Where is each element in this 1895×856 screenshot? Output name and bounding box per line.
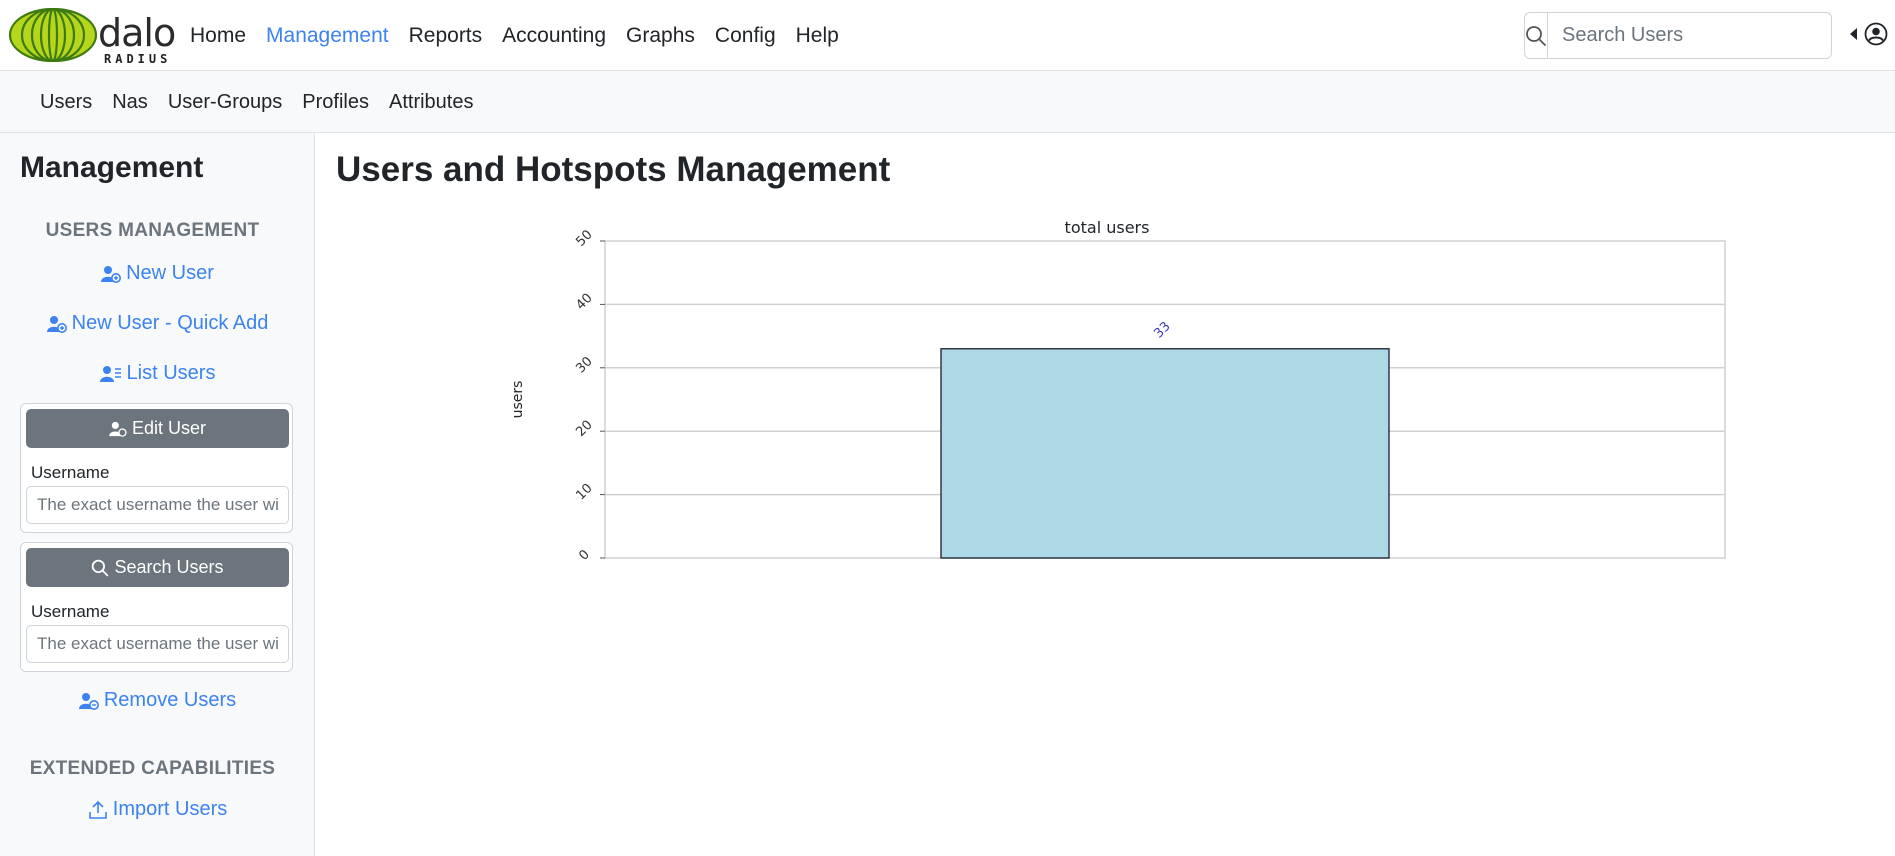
new-user-label: New User <box>126 262 214 284</box>
nav-home[interactable]: Home <box>190 24 246 48</box>
search-group <box>1524 12 1841 59</box>
extended-capabilities-heading: Extended Capabilities <box>29 758 276 779</box>
nav-accounting[interactable]: Accounting <box>502 24 606 48</box>
page-title: Users and Hotspots Management <box>336 150 891 189</box>
total-users-chart: total users users 33 0 10 20 30 40 50 <box>490 215 1750 575</box>
chart-ylabel: users <box>510 381 526 419</box>
import-users-label: Import Users <box>112 798 228 820</box>
user-plus-icon <box>101 265 122 283</box>
sub-nav: Users Nas User-Groups Profiles Attribute… <box>40 71 493 133</box>
list-users-link[interactable]: List Users <box>0 362 315 385</box>
chart-title: total users <box>1065 218 1150 237</box>
brand-word: dalo <box>98 11 176 55</box>
search-username-label: Username <box>31 602 110 621</box>
chart-y-tick-label: 10 <box>573 481 595 503</box>
sidebar: Management Users Management New User New… <box>0 133 315 856</box>
remove-users-link[interactable]: Remove Users <box>0 689 315 712</box>
search-users-card: Search Users Username <box>20 542 293 672</box>
chart-y-tick-label: 40 <box>573 291 595 313</box>
caret-left-icon <box>1850 28 1857 40</box>
quick-add-label: New User - Quick Add <box>71 312 269 334</box>
nav-management[interactable]: Management <box>266 24 389 48</box>
import-users-link[interactable]: Import Users <box>0 798 315 821</box>
list-users-label: List Users <box>126 362 216 384</box>
chart-y-ticks: 0 10 20 30 40 50 <box>573 227 605 564</box>
edit-user-card: Edit User Username <box>20 403 293 533</box>
chart-y-tick-label: 30 <box>573 354 595 376</box>
subnav-user-groups[interactable]: User-Groups <box>168 91 282 114</box>
search-icon <box>1526 25 1546 46</box>
nav-config[interactable]: Config <box>715 24 776 48</box>
sidebar-title: Management <box>20 151 204 184</box>
user-list-icon <box>99 365 121 382</box>
chart-bars <box>940 348 1390 559</box>
edit-username-input[interactable] <box>26 486 289 524</box>
subnav-nas[interactable]: Nas <box>112 91 148 114</box>
search-users-button[interactable]: Search Users <box>26 548 289 587</box>
chart-bar <box>940 348 1390 559</box>
chart-svg: total users users 33 01020304050 <box>510 218 1726 564</box>
edit-user-label: Edit User <box>131 418 207 438</box>
users-management-heading: Users Management <box>45 220 260 241</box>
search-users-label: Search Users <box>114 557 224 577</box>
quick-add-link[interactable]: New User - Quick Add <box>0 312 315 335</box>
sub-navbar: Users Nas User-Groups Profiles Attribute… <box>0 71 1895 133</box>
chart-y-tick-label: 50 <box>573 227 595 249</box>
nav-help[interactable]: Help <box>796 24 839 48</box>
user-remove-icon <box>78 692 99 710</box>
subnav-attributes[interactable]: Attributes <box>389 91 473 114</box>
edit-username-label: Username <box>31 463 110 482</box>
nav-reports[interactable]: Reports <box>409 24 483 48</box>
user-plus-icon <box>46 315 67 333</box>
search-button[interactable] <box>1525 13 1548 58</box>
nav-graphs[interactable]: Graphs <box>626 24 695 48</box>
logo-stripes-icon <box>8 8 98 62</box>
brand-logo[interactable]: dalo RADIUS <box>8 8 180 66</box>
search-input[interactable] <box>1548 13 1841 58</box>
subnav-profiles[interactable]: Profiles <box>302 91 369 114</box>
user-circle-icon <box>1864 22 1888 46</box>
user-edit-icon <box>109 421 127 437</box>
search-username-input[interactable] <box>26 625 289 663</box>
top-navbar: dalo RADIUS Home Management Reports Acco… <box>0 0 1895 71</box>
user-menu-toggle[interactable] <box>1850 22 1888 46</box>
brand-sub: RADIUS <box>104 52 172 66</box>
main-nav: Home Management Reports Accounting Graph… <box>190 0 859 71</box>
upload-icon <box>88 800 107 819</box>
chart-y-tick-label: 0 <box>576 547 592 563</box>
edit-user-button[interactable]: Edit User <box>26 409 289 448</box>
subnav-users[interactable]: Users <box>40 91 92 114</box>
new-user-link[interactable]: New User <box>0 262 315 285</box>
chart-y-tick-label: 20 <box>573 418 595 440</box>
remove-users-label: Remove Users <box>103 689 237 711</box>
search-icon <box>92 559 109 576</box>
